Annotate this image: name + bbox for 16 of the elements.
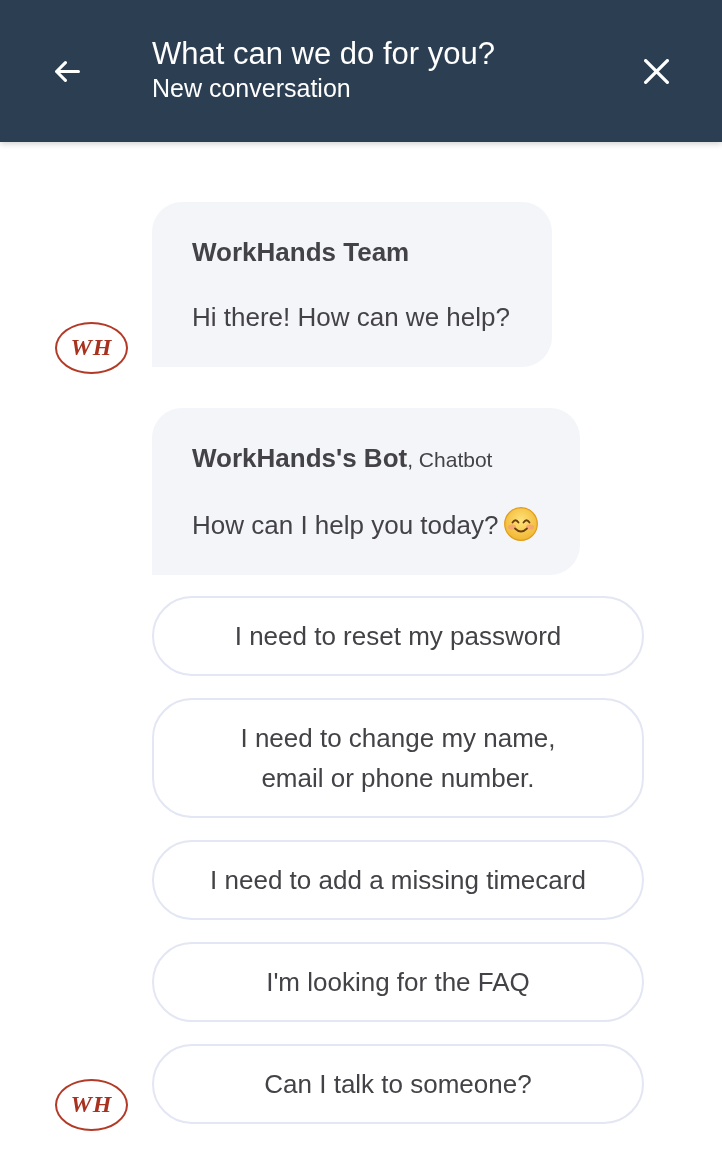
sender-role: , Chatbot — [407, 448, 493, 471]
quick-reply-button[interactable]: I need to reset my password — [152, 596, 644, 676]
quick-reply-button[interactable]: I'm looking for the FAQ — [152, 942, 644, 1022]
monogram-logo: WH — [55, 322, 128, 374]
sender-name: WorkHands's Bot — [192, 443, 408, 473]
message-text: How can I help you today? — [192, 510, 499, 540]
header-subtitle: New conversation — [152, 73, 352, 103]
header-title: What can we do for you? — [152, 35, 495, 73]
quick-reply-button[interactable]: I need to change my name, email or phone number. — [152, 698, 644, 818]
sender-name: WorkHands Team — [192, 237, 410, 267]
monogram-logo: WH — [55, 1079, 128, 1131]
quick-reply-button[interactable]: I need to add a missing timecard — [152, 840, 644, 920]
quick-reply-button[interactable]: Can I talk to someone? — [152, 1044, 644, 1124]
arrow-left-icon — [55, 59, 80, 83]
message-text: Hi there! How can we help? — [192, 302, 510, 332]
close-icon — [644, 58, 669, 84]
